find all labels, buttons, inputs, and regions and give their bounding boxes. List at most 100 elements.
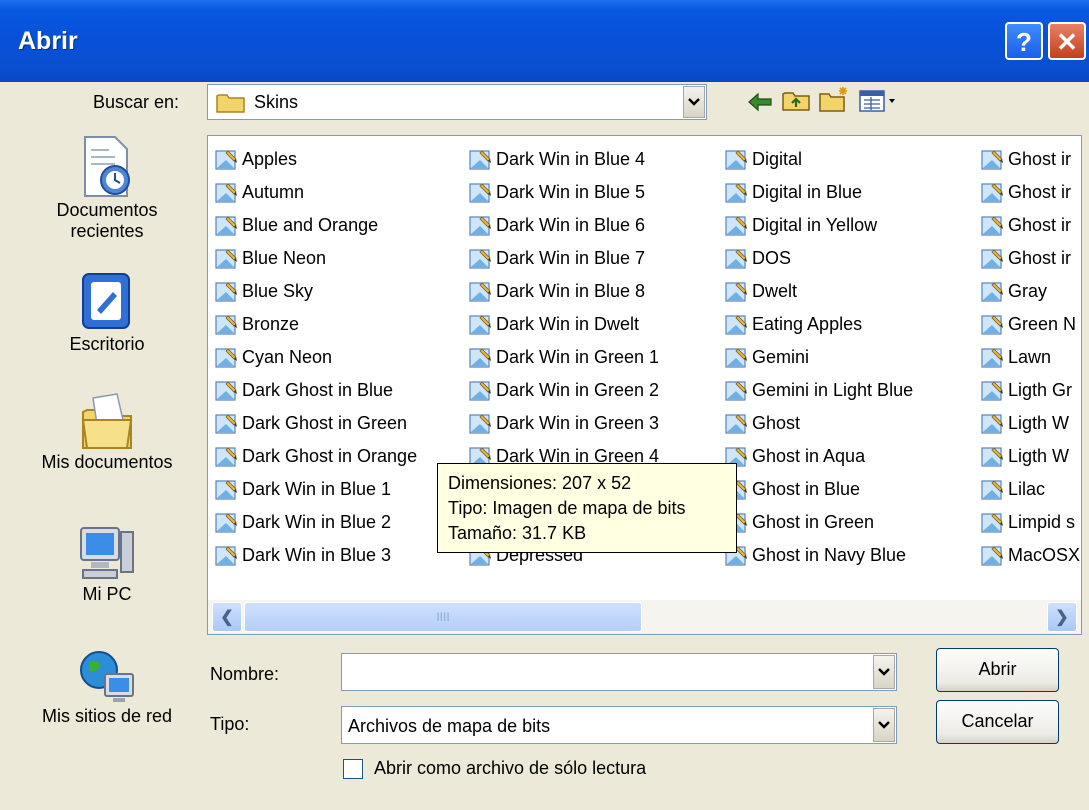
up-folder-icon[interactable] (781, 89, 811, 113)
bitmap-file-icon (215, 479, 237, 500)
tooltip-type: Tipo: Imagen de mapa de bits (448, 498, 686, 518)
close-button[interactable]: ✕ (1048, 22, 1086, 60)
file-item[interactable]: Bronze (214, 308, 417, 341)
place-recent-documents[interactable]: Documentos recientes (22, 134, 192, 242)
readonly-label[interactable]: Abrir como archivo de sólo lectura (374, 758, 646, 779)
file-name: Bronze (242, 314, 300, 334)
filename-label: Nombre: (210, 664, 280, 684)
file-item[interactable]: Dark Win in Blue 2 (214, 506, 417, 539)
file-name: Green N (1008, 314, 1077, 334)
file-name: Ghost in Green (752, 512, 875, 532)
lookin-label: Buscar en: (93, 92, 180, 112)
file-item[interactable]: Lawn (980, 341, 1080, 374)
file-name: Dark Win in Dwelt (496, 314, 640, 334)
file-item[interactable]: Blue and Orange (214, 209, 417, 242)
lookin-dropdown-button[interactable] (683, 86, 705, 118)
window-title: Abrir (18, 27, 78, 55)
scroll-left-button[interactable]: ❮ (212, 602, 242, 632)
file-item[interactable]: Blue Sky (214, 275, 417, 308)
place-desktop[interactable]: Escritorio (22, 270, 192, 355)
place-label-line1: Escritorio (69, 334, 145, 354)
file-item[interactable]: Ghost ir (980, 143, 1080, 176)
scroll-thumb[interactable]: IIII (244, 602, 642, 632)
file-item[interactable]: Eating Apples (724, 308, 913, 341)
filename-dropdown-button[interactable] (873, 655, 895, 689)
scroll-right-button[interactable]: ❯ (1047, 602, 1077, 632)
file-item[interactable]: Ligth W (980, 440, 1080, 473)
file-item[interactable]: Ghost ir (980, 176, 1080, 209)
file-name: Dark Win in Green 3 (496, 413, 660, 433)
filename-field[interactable] (341, 653, 897, 691)
file-item[interactable]: Blue Neon (214, 242, 417, 275)
bitmap-file-icon (215, 182, 237, 203)
cancel-button[interactable]: Cancelar (936, 700, 1059, 744)
file-item[interactable]: DOS (724, 242, 913, 275)
file-item[interactable]: Ghost ir (980, 209, 1080, 242)
file-name: Autumn (242, 182, 305, 202)
lookin-combo[interactable]: Skins (207, 84, 707, 120)
back-icon[interactable] (747, 92, 773, 112)
file-item[interactable]: Digital in Yellow (724, 209, 913, 242)
place-my-computer[interactable]: Mi PC (22, 522, 192, 605)
file-item[interactable]: Dark Ghost in Blue (214, 374, 417, 407)
bitmap-file-icon (215, 512, 237, 533)
file-item[interactable]: MacOSX (980, 539, 1080, 572)
file-item[interactable]: Ligth W (980, 407, 1080, 440)
open-button[interactable]: Abrir (936, 648, 1059, 692)
filetype-combo[interactable]: Archivos de mapa de bits (341, 706, 897, 744)
file-item[interactable]: Dark Win in Blue 3 (214, 539, 417, 572)
file-item[interactable]: Dark Win in Green 3 (468, 407, 659, 440)
place-my-documents[interactable]: Mis documentos (22, 390, 192, 473)
file-item[interactable]: Apples (214, 143, 417, 176)
file-name: Dwelt (752, 281, 798, 301)
horizontal-scrollbar[interactable]: ❮ IIII ❯ (208, 600, 1081, 634)
file-item[interactable]: Lilac (980, 473, 1080, 506)
file-name: Dark Win in Green 1 (496, 347, 660, 367)
file-name: Ghost ir (1008, 248, 1072, 268)
file-item[interactable]: Dark Ghost in Orange (214, 440, 417, 473)
file-item[interactable]: Ghost in Navy Blue (724, 539, 913, 572)
file-name: Digital in Yellow (752, 215, 878, 235)
file-item[interactable]: Dark Win in Blue 5 (468, 176, 659, 209)
view-menu-icon[interactable] (858, 89, 898, 113)
help-button[interactable]: ? (1005, 22, 1043, 60)
file-item[interactable]: Dark Win in Blue 6 (468, 209, 659, 242)
bitmap-file-icon (469, 314, 491, 335)
bitmap-file-icon (981, 413, 1003, 434)
place-label-line1: Mis documentos (41, 452, 173, 472)
file-item[interactable]: Dark Win in Blue 4 (468, 143, 659, 176)
file-item[interactable]: Dwelt (724, 275, 913, 308)
filetype-value: Archivos de mapa de bits (348, 716, 551, 736)
file-item[interactable]: Ghost (724, 407, 913, 440)
file-item[interactable]: Autumn (214, 176, 417, 209)
file-item[interactable]: Dark Win in Blue 7 (468, 242, 659, 275)
file-item[interactable]: Cyan Neon (214, 341, 417, 374)
file-item[interactable]: Limpid s (980, 506, 1080, 539)
file-item[interactable]: Ghost ir (980, 242, 1080, 275)
file-item[interactable]: Ghost in Aqua (724, 440, 913, 473)
file-item[interactable]: Gray (980, 275, 1080, 308)
file-item[interactable]: Ghost in Green (724, 506, 913, 539)
place-network[interactable]: Mis sitios de red (22, 648, 192, 727)
file-item[interactable]: Ligth Gr (980, 374, 1080, 407)
bitmap-file-icon (981, 512, 1003, 533)
file-item[interactable]: Dark Win in Green 2 (468, 374, 659, 407)
file-item[interactable]: Dark Ghost in Green (214, 407, 417, 440)
bitmap-file-icon (215, 347, 237, 368)
file-item[interactable]: Gemini (724, 341, 913, 374)
filetype-dropdown-button[interactable] (873, 708, 895, 742)
file-item[interactable]: Gemini in Light Blue (724, 374, 913, 407)
file-name: Limpid s (1008, 512, 1076, 532)
readonly-checkbox[interactable] (343, 759, 363, 779)
file-item[interactable]: Dark Win in Green 1 (468, 341, 659, 374)
new-folder-icon[interactable] (818, 86, 850, 113)
file-item[interactable]: Green N (980, 308, 1080, 341)
file-item[interactable]: Digital in Blue (724, 176, 913, 209)
file-item[interactable]: Ghost in Blue (724, 473, 913, 506)
file-item[interactable]: Dark Win in Dwelt (468, 308, 659, 341)
file-list[interactable]: Apples Autumn Blue and Orange Blue Neon Blue… (207, 135, 1082, 635)
file-item[interactable]: Digital (724, 143, 913, 176)
file-item[interactable]: Dark Win in Blue 1 (214, 473, 417, 506)
file-item[interactable]: Dark Win in Blue 8 (468, 275, 659, 308)
bitmap-file-icon (215, 281, 237, 302)
